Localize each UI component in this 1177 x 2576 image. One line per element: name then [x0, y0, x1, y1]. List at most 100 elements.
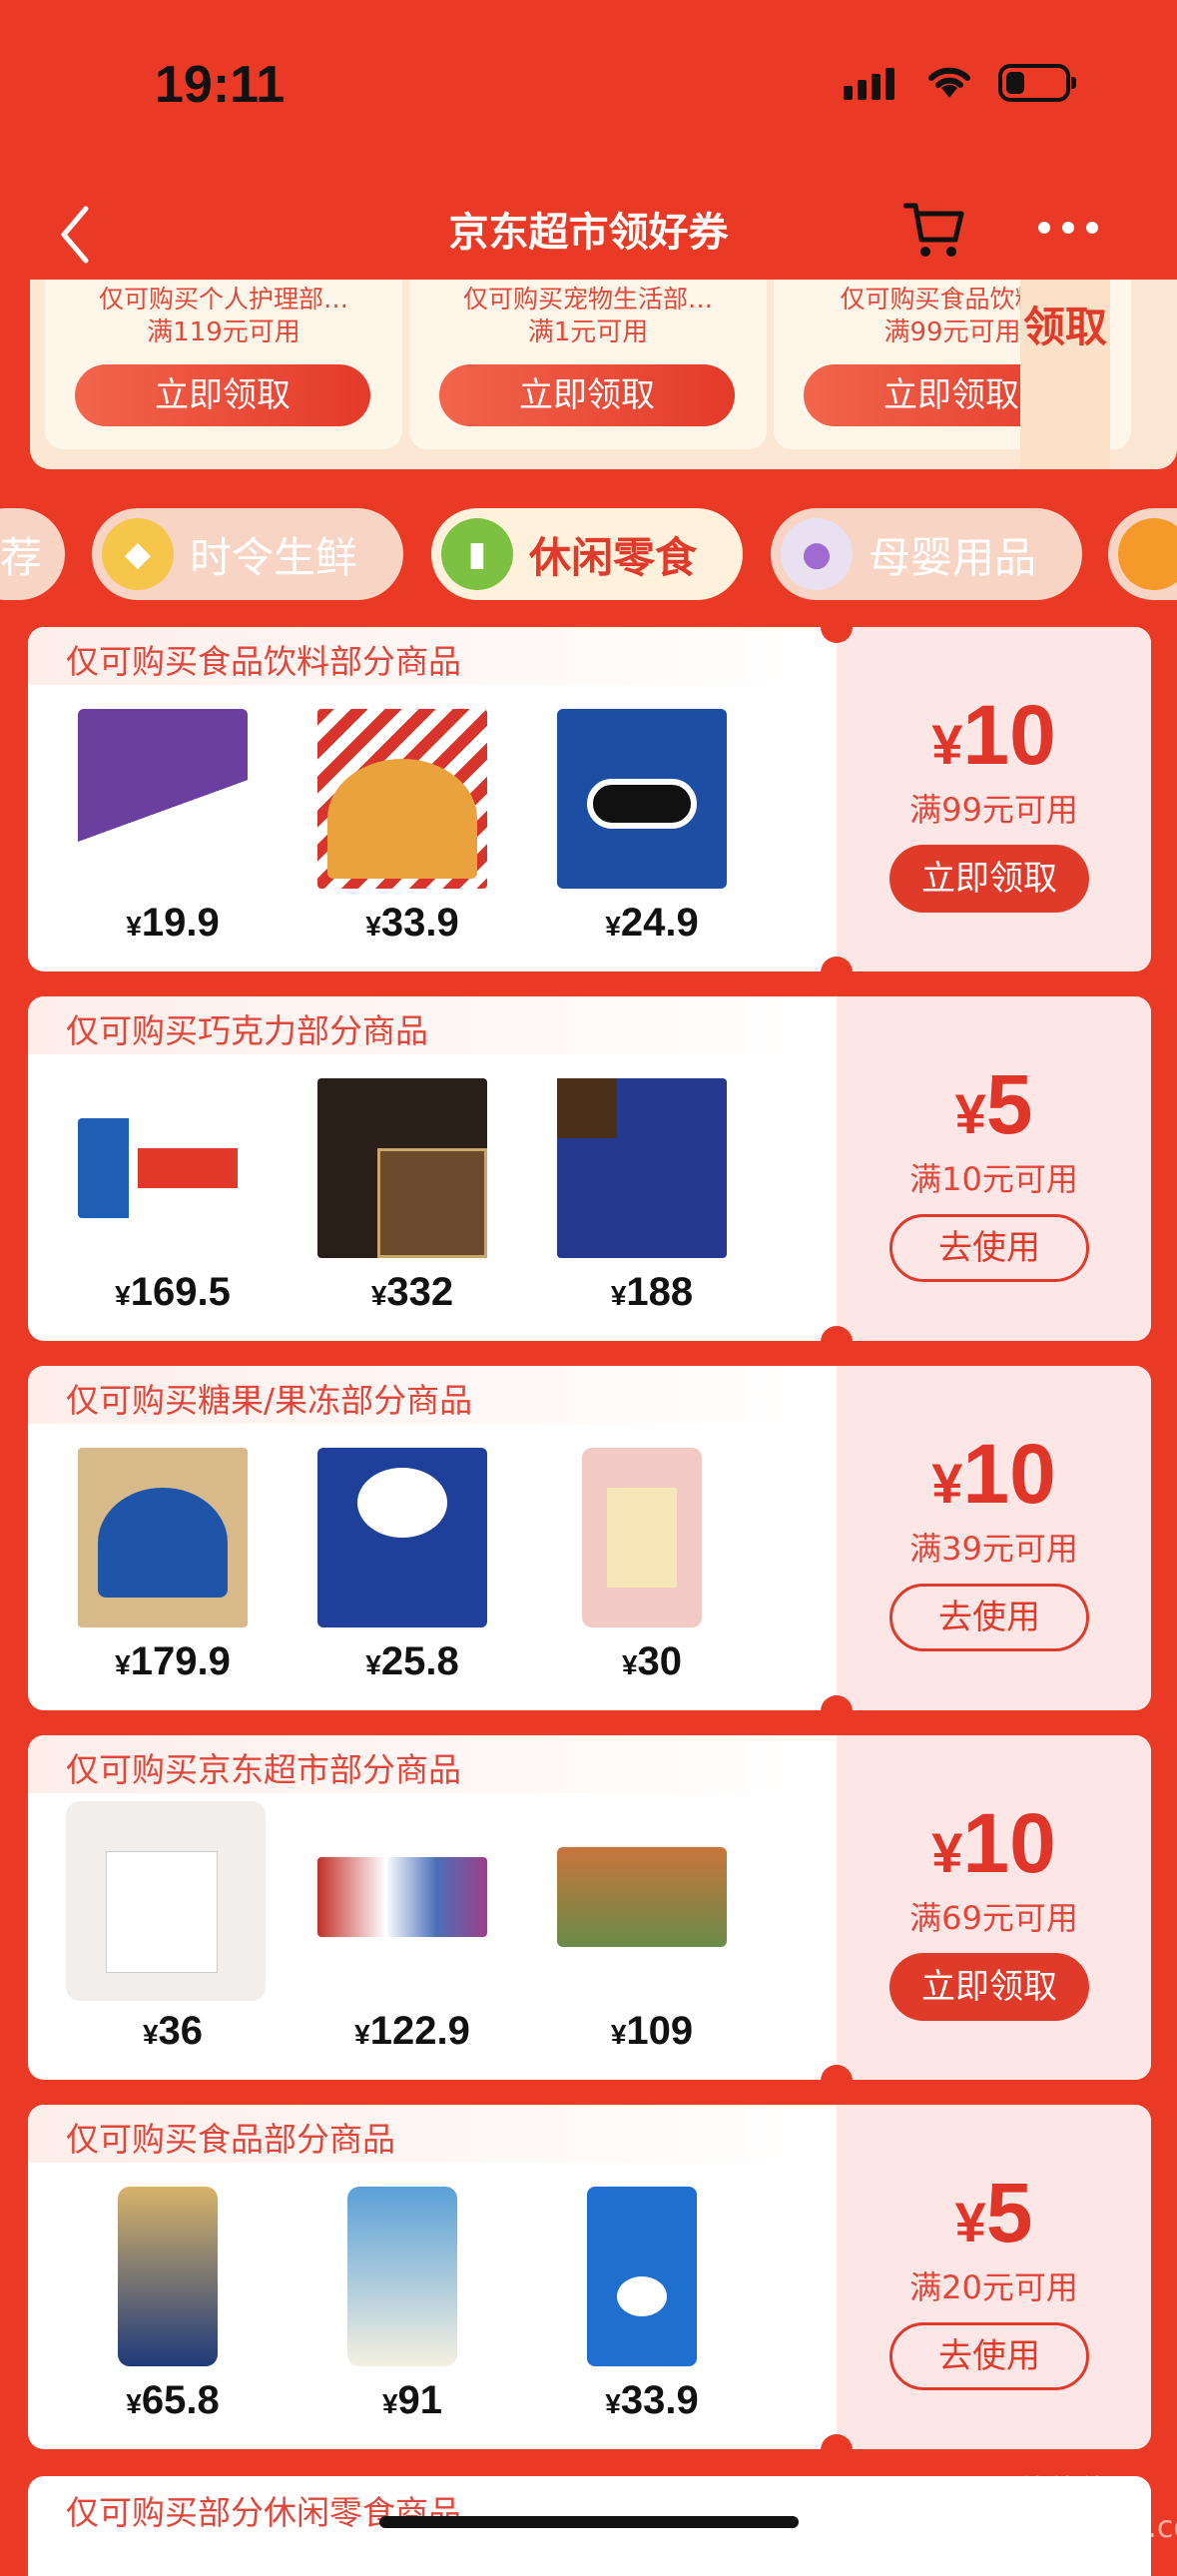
product-item[interactable]: ¥122.9	[297, 1797, 487, 2067]
product-item[interactable]: ¥65.8	[58, 2167, 248, 2436]
coupon-header: 仅可购买糖果/果冻部分商品	[66, 1381, 473, 1420]
product-price: ¥122.9	[354, 2009, 470, 2053]
use-button[interactable]: 去使用	[889, 2322, 1089, 2390]
tab-label: 母婴用品	[869, 533, 1037, 581]
tab-label: 时令生鲜	[190, 533, 358, 581]
use-button[interactable]: 去使用	[889, 1214, 1089, 1282]
page-title: 京东超市领好券	[448, 211, 729, 255]
coupon-amount: ¥10	[931, 1796, 1056, 1890]
product-item[interactable]: ¥30	[537, 1428, 727, 1697]
top-coupon-card: 仅可购买个人护理部… 满119元可用 立即领取	[45, 280, 402, 449]
coupon-condition: 满39元可用	[909, 1530, 1078, 1568]
product-item[interactable]: ¥25.8	[297, 1428, 487, 1697]
wifi-icon	[928, 67, 970, 98]
drink-icon	[1118, 518, 1177, 590]
coupon-amount: ¥5	[954, 2166, 1033, 2259]
product-item[interactable]: ¥24.9	[537, 689, 727, 959]
status-bar: 19:11	[0, 0, 1177, 165]
battery-icon	[998, 64, 1076, 102]
ticket-notch	[821, 1695, 853, 1727]
coupon-header: 仅可购买食品部分商品	[66, 2120, 395, 2159]
product-image	[78, 1448, 248, 1627]
product-image	[557, 709, 727, 889]
product-image	[317, 1857, 487, 1937]
product-item[interactable]: ¥332	[297, 1058, 487, 1328]
product-image	[587, 2187, 697, 2366]
product-price: ¥179.9	[115, 1639, 231, 1683]
product-price: ¥33.9	[605, 2378, 699, 2422]
product-price: ¥169.5	[115, 1270, 231, 1314]
claim-button[interactable]: 立即领取	[889, 845, 1089, 913]
product-price: ¥91	[381, 2378, 443, 2422]
signal-icon	[844, 68, 894, 100]
top-coupon-cond: 满1元可用	[527, 318, 649, 347]
tab-label: 荐	[0, 533, 43, 581]
tab-recommend[interactable]: 荐	[0, 508, 65, 600]
product-price: ¥36	[142, 2009, 204, 2053]
home-indicator[interactable]	[379, 2516, 799, 2528]
product-price: ¥30	[621, 1639, 683, 1683]
coupon-card: 仅可购买食品饮料部分商品 ¥19.9 ¥33.9 ¥24.9 ¥10 满99元可…	[28, 627, 1151, 971]
ticket-notch	[821, 611, 853, 643]
product-image	[557, 1847, 727, 1947]
product-item[interactable]: ¥19.9	[58, 689, 248, 959]
ticket-notch	[821, 1326, 853, 1358]
product-price: ¥109	[610, 2009, 694, 2053]
coupon-condition: 满99元可用	[909, 791, 1078, 829]
product-image	[78, 709, 248, 889]
product-price: ¥188	[610, 1270, 694, 1314]
baby-bottle-icon: ●	[781, 518, 853, 590]
tab-fresh[interactable]: ◆ 时令生鲜	[92, 508, 403, 600]
product-price: ¥332	[370, 1270, 454, 1314]
product-item[interactable]: ¥109	[537, 1797, 727, 2067]
claim-button[interactable]: 立即领取	[75, 364, 370, 426]
product-price: ¥33.9	[365, 901, 459, 945]
watermark: 值值值 zhizhizhi.com	[1018, 2474, 1177, 2545]
use-button[interactable]: 去使用	[889, 1584, 1089, 1651]
tab-snacks[interactable]: ▮ 休闲零食	[431, 508, 743, 600]
top-coupon-strip: 仅可购买个人护理部… 满119元可用 立即领取 仅可购买宠物生活部… 满1元可用…	[30, 280, 1177, 469]
tab-label: 休闲零食	[529, 533, 698, 581]
top-coupon-desc: 仅可购买宠物生活部…	[462, 285, 713, 314]
product-image	[66, 1801, 266, 2001]
product-item[interactable]: ¥91	[297, 2167, 487, 2436]
coupon-amount: ¥5	[954, 1057, 1033, 1151]
product-item[interactable]: ¥169.5	[58, 1058, 248, 1328]
coupon-amount: ¥10	[931, 688, 1056, 782]
product-item[interactable]: ¥36	[58, 1797, 266, 2067]
product-item[interactable]: ¥33.9	[297, 689, 487, 959]
product-image	[118, 2187, 218, 2366]
product-image	[317, 1448, 487, 1627]
coupon-header: 仅可购买食品饮料部分商品	[66, 642, 461, 681]
coupon-amount: ¥10	[931, 1427, 1056, 1521]
cart-icon[interactable]	[903, 200, 965, 260]
ticket-notch	[821, 2065, 853, 2097]
tab-more[interactable]	[1108, 508, 1177, 600]
coupon-card: 仅可购买巧克力部分商品 ¥169.5 ¥332 ¥188 ¥5 满10元可用 去…	[28, 996, 1151, 1341]
claim-side-tab[interactable]: 领取	[1020, 280, 1110, 469]
product-item[interactable]: ¥188	[537, 1058, 727, 1328]
coupon-card: 仅可购买食品部分商品 ¥65.8 ¥91 ¥33.9 ¥5 满20元可用 去使用	[28, 2105, 1151, 2449]
product-price: ¥19.9	[126, 901, 220, 945]
top-coupon-desc: 仅可购买个人护理部…	[98, 285, 348, 314]
more-icon[interactable]	[1038, 222, 1098, 234]
claim-button[interactable]: 立即领取	[889, 1953, 1089, 2021]
coupon-card: 仅可购买京东超市部分商品 ¥36 ¥122.9 ¥109 ¥10 满69元可用 …	[28, 1735, 1151, 2080]
coupon-condition: 满10元可用	[909, 1160, 1078, 1198]
coupon-header: 仅可购买巧克力部分商品	[66, 1011, 428, 1050]
coupon-card: 仅可购买糖果/果冻部分商品 ¥179.9 ¥25.8 ¥30 ¥10 满39元可…	[28, 1366, 1151, 1710]
product-image	[78, 1118, 248, 1218]
product-price: ¥24.9	[605, 901, 699, 945]
chips-icon: ▮	[441, 518, 513, 590]
product-price: ¥25.8	[365, 1639, 459, 1683]
product-item[interactable]: ¥33.9	[537, 2167, 727, 2436]
durian-icon: ◆	[102, 518, 174, 590]
product-image	[317, 1078, 487, 1258]
tab-baby[interactable]: ● 母婴用品	[771, 508, 1082, 600]
coupon-condition: 满20元可用	[909, 2268, 1078, 2306]
product-item[interactable]: ¥179.9	[58, 1428, 248, 1697]
coupon-condition: 满69元可用	[909, 1899, 1078, 1937]
claim-button[interactable]: 立即领取	[439, 364, 735, 426]
ticket-notch	[821, 2434, 853, 2466]
product-image	[317, 709, 487, 889]
